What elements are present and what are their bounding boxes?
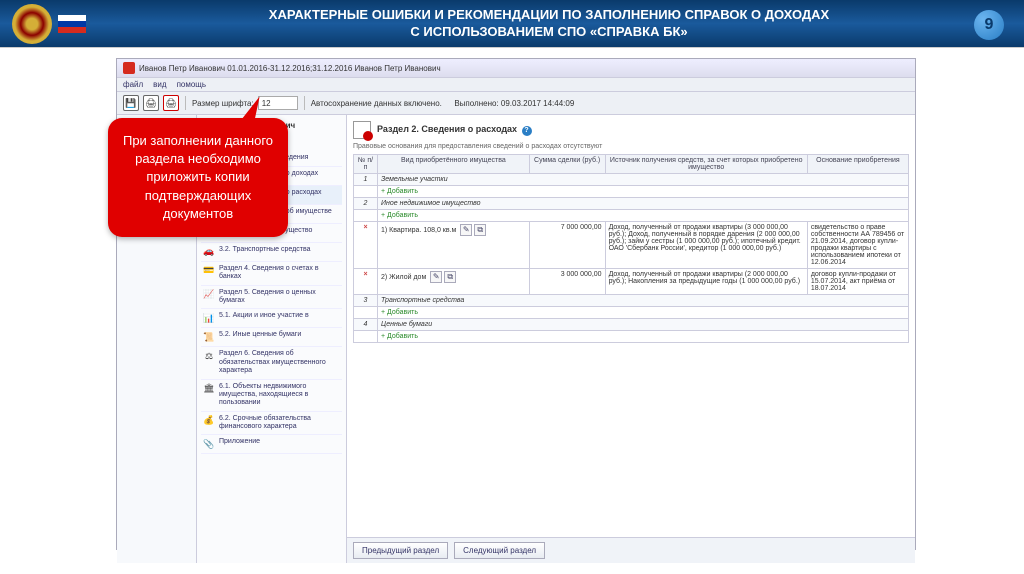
category-row: 3Транспортные средства bbox=[354, 295, 909, 307]
section-note: Правовые основания для предоставления св… bbox=[353, 143, 909, 150]
table-row: ×2) Жилой дом ✎⧉3 000 000,00Доход, получ… bbox=[354, 269, 909, 295]
nav-label: Раздел 6. Сведения об обязательствах иму… bbox=[219, 350, 340, 375]
section-title: Раздел 2. Сведения о расходах ? bbox=[377, 124, 532, 136]
print-icon[interactable] bbox=[143, 95, 159, 111]
hint-callout: При заполнении данного раздела необходим… bbox=[108, 118, 288, 237]
delete-row-icon[interactable]: × bbox=[360, 224, 372, 231]
emblem-logo bbox=[12, 4, 52, 44]
window-title-text: Иванов Петр Иванович 01.01.2016-31.12.20… bbox=[139, 64, 441, 73]
nav-item-5[interactable]: 🚗 3.2. Транспортные средства bbox=[201, 243, 342, 262]
menu-view[interactable]: вид bbox=[153, 80, 166, 89]
nav-item-10[interactable]: ⚖ Раздел 6. Сведения об обязательствах им… bbox=[201, 347, 342, 379]
add-row: + Добавить bbox=[354, 307, 909, 319]
nav-icon: ⚖ bbox=[203, 350, 215, 362]
nav-item-13[interactable]: 📎 Приложение bbox=[201, 435, 342, 454]
main-content: Раздел 2. Сведения о расходах ? Правовые… bbox=[347, 115, 915, 563]
nav-item-7[interactable]: 📈 Раздел 5. Сведения о ценных бумагах bbox=[201, 286, 342, 310]
nav-icon: 📊 bbox=[203, 312, 215, 324]
edit-icon[interactable]: ✎ bbox=[430, 271, 442, 283]
footer-bar: Предыдущий раздел Следующий раздел bbox=[347, 537, 915, 563]
ru-flag-icon bbox=[58, 15, 86, 33]
menu-file[interactable]: файл bbox=[123, 80, 143, 89]
delete-row-icon[interactable]: × bbox=[360, 271, 372, 278]
nav-label: 5.2. Иные ценные бумаги bbox=[219, 331, 301, 339]
add-row: + Добавить bbox=[354, 210, 909, 222]
category-row: 4Ценные бумаги bbox=[354, 319, 909, 331]
add-button[interactable]: + Добавить bbox=[381, 188, 418, 195]
nav-label: Раздел 5. Сведения о ценных бумагах bbox=[219, 289, 340, 306]
menu-help[interactable]: помощь bbox=[177, 80, 206, 89]
nav-item-9[interactable]: 📜 5.2. Иные ценные бумаги bbox=[201, 328, 342, 347]
app-icon bbox=[123, 62, 135, 74]
add-button[interactable]: + Добавить bbox=[381, 212, 418, 219]
section-icon bbox=[353, 121, 371, 139]
category-row: 2Иное недвижимое имущество bbox=[354, 198, 909, 210]
nav-label: Приложение bbox=[219, 438, 260, 446]
nav-label: 5.1. Акции и иное участие в bbox=[219, 312, 309, 320]
nav-icon: 💰 bbox=[203, 415, 215, 427]
save-icon[interactable] bbox=[123, 95, 139, 111]
add-button[interactable]: + Добавить bbox=[381, 333, 418, 340]
nav-label: Раздел 4. Сведения о счетах в банках bbox=[219, 265, 340, 282]
category-row: 1Земельные участки bbox=[354, 174, 909, 186]
copy-icon[interactable]: ⧉ bbox=[474, 224, 486, 236]
prev-section-button[interactable]: Предыдущий раздел bbox=[353, 542, 448, 559]
nav-icon: 📎 bbox=[203, 438, 215, 450]
print-red-icon[interactable] bbox=[163, 95, 179, 111]
col-basis: Основание приобретения bbox=[807, 155, 908, 174]
next-section-button[interactable]: Следующий раздел bbox=[454, 542, 545, 559]
slide-title: ХАРАКТЕРНЫЕ ОШИБКИ И РЕКОМЕНДАЦИИ ПО ЗАП… bbox=[86, 7, 1012, 41]
nav-item-6[interactable]: 💳 Раздел 4. Сведения о счетах в банках bbox=[201, 262, 342, 286]
nav-item-12[interactable]: 💰 6.2. Срочные обязательства финансового … bbox=[201, 412, 342, 436]
slide-header: ХАРАКТЕРНЫЕ ОШИБКИ И РЕКОМЕНДАЦИИ ПО ЗАП… bbox=[0, 0, 1024, 48]
help-icon[interactable]: ? bbox=[522, 126, 532, 136]
nav-item-11[interactable]: 🏛 6.1. Объекты недвижимого имущества, нах… bbox=[201, 380, 342, 412]
add-row: + Добавить bbox=[354, 186, 909, 198]
executed-timestamp: Выполнено: 09.03.2017 14:44:09 bbox=[454, 99, 574, 108]
nav-label: 6.1. Объекты недвижимого имущества, нахо… bbox=[219, 383, 340, 408]
table-row: ×1) Квартира. 108,0 кв.м ✎⧉7 000 000,00Д… bbox=[354, 222, 909, 269]
nav-icon: 🏛 bbox=[203, 383, 215, 395]
nav-label: 3.2. Транспортные средства bbox=[219, 246, 310, 254]
window-title-bar: Иванов Петр Иванович 01.01.2016-31.12.20… bbox=[117, 59, 915, 78]
add-row: + Добавить bbox=[354, 331, 909, 343]
edit-icon[interactable]: ✎ bbox=[460, 224, 472, 236]
menu-bar[interactable]: файл вид помощь bbox=[117, 78, 915, 92]
font-size-select[interactable]: 12 bbox=[258, 96, 298, 110]
nav-icon: 🚗 bbox=[203, 246, 215, 258]
add-button[interactable]: + Добавить bbox=[381, 309, 418, 316]
autosave-status: Автосохранение данных включено. bbox=[311, 99, 442, 108]
col-num: № п/п bbox=[354, 155, 378, 174]
col-type: Вид приобретённого имущества bbox=[378, 155, 530, 174]
toolbar: Размер шрифта: 12 Автосохранение данных … bbox=[117, 92, 915, 115]
expenses-table: № п/п Вид приобретённого имущества Сумма… bbox=[353, 154, 909, 343]
page-number-badge: 9 bbox=[974, 10, 1004, 40]
copy-icon[interactable]: ⧉ bbox=[444, 271, 456, 283]
col-source: Источник получения средств, за счет кото… bbox=[605, 155, 807, 174]
nav-label: 6.2. Срочные обязательства финансового х… bbox=[219, 415, 340, 432]
nav-icon: 💳 bbox=[203, 265, 215, 277]
nav-icon: 📜 bbox=[203, 331, 215, 343]
nav-icon: 📈 bbox=[203, 289, 215, 301]
nav-item-8[interactable]: 📊 5.1. Акции и иное участие в bbox=[201, 309, 342, 328]
col-sum: Сумма сделки (руб.) bbox=[529, 155, 605, 174]
